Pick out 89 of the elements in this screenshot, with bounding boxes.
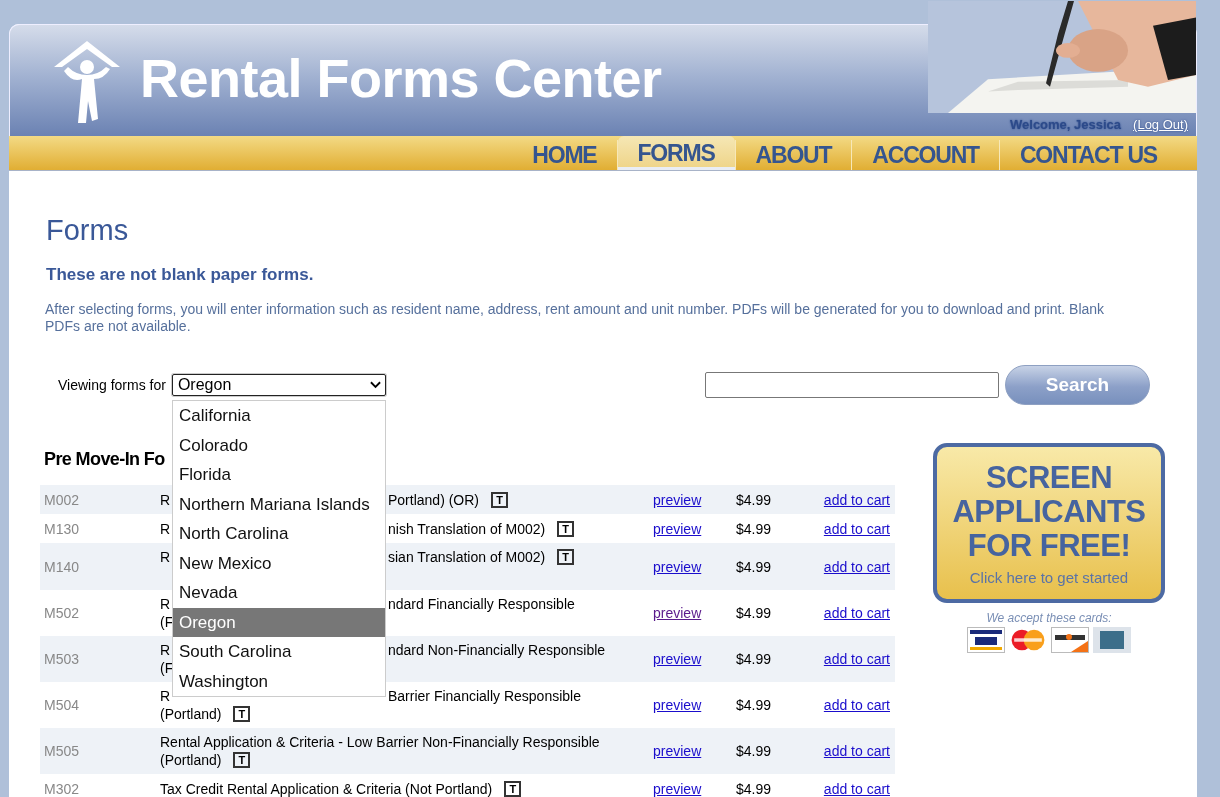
- form-title: R: [160, 490, 172, 509]
- translation-badge[interactable]: T: [491, 491, 509, 508]
- card-icon: [1051, 627, 1089, 653]
- form-title: (Portland): [160, 751, 222, 769]
- section-heading: Pre Move-In Fo: [44, 449, 166, 470]
- form-title: Rental Application & Criteria - Low Barrier Non-Financially Responsible: [160, 733, 600, 751]
- nav-tab[interactable]: ABOUT: [735, 136, 852, 170]
- add-to-cart-link[interactable]: add to cart: [823, 743, 895, 759]
- form-title: R: [160, 519, 172, 538]
- nav-tab[interactable]: CONTACT US: [999, 136, 1177, 170]
- form-code: M130: [43, 520, 81, 537]
- dropdown-option[interactable]: Oregon: [172, 607, 385, 637]
- intro-text: After selecting forms, you will enter information such as resident name, address, rent amount and unit number. PDFs will be generated for you to download and print. Blank PDFs are not available.: [45, 301, 1106, 335]
- translation-badge[interactable]: T: [557, 520, 575, 537]
- translation-badge[interactable]: T: [504, 780, 522, 797]
- dropdown-option[interactable]: New Mexico: [172, 548, 385, 578]
- add-to-cart-link[interactable]: add to cart: [823, 651, 895, 667]
- search-field[interactable]: [705, 372, 999, 398]
- form-title: ndard Financially Responsible: [388, 595, 575, 613]
- dropdown-option[interactable]: Colorado: [172, 430, 385, 460]
- form-title: Tax Credit Rental Application & Criteria (Not Portland): [160, 779, 493, 797]
- add-to-cart-link[interactable]: add to cart: [823, 491, 895, 508]
- page-title: Forms: [46, 214, 130, 247]
- add-to-cart-link[interactable]: add to cart: [823, 558, 895, 575]
- preview-link[interactable]: preview: [653, 605, 736, 621]
- card-icon: [967, 627, 1005, 653]
- form-code: M503: [43, 651, 81, 667]
- add-to-cart-link[interactable]: add to cart: [823, 520, 895, 537]
- nav-tab[interactable]: FORMS: [617, 136, 735, 170]
- price: $4.99: [736, 780, 773, 797]
- welcome-text: Welcome, Jessica: [1010, 117, 1122, 132]
- card-icon: [1093, 627, 1131, 653]
- dropdown-option[interactable]: Nevada: [172, 578, 385, 608]
- form-code: M302: [43, 780, 81, 797]
- nav-tab[interactable]: ACCOUNT: [852, 136, 999, 170]
- dropdown-option[interactable]: South Carolina: [172, 637, 385, 667]
- form-title: R: [160, 641, 172, 659]
- form-title: (Portland): [160, 705, 222, 723]
- preview-link[interactable]: preview: [653, 743, 736, 759]
- chevron-down-icon: [369, 381, 381, 389]
- site-title: Rental Forms Center: [140, 47, 662, 109]
- form-title: R: [160, 687, 172, 705]
- form-title: ndard Non-Financially Responsible: [388, 641, 606, 659]
- form-code: M502: [43, 605, 81, 621]
- add-to-cart-link[interactable]: add to cart: [823, 697, 895, 713]
- form-code: M504: [43, 697, 81, 713]
- dropdown-option[interactable]: North Carolina: [172, 519, 385, 549]
- translation-badge[interactable]: T: [233, 752, 251, 768]
- price: $4.99: [736, 558, 773, 575]
- form-title: Barrier Financially Responsible: [388, 687, 581, 705]
- promo-headline: SCREEN APPLICANTS FOR FREE!: [951, 460, 1147, 563]
- dropdown-option[interactable]: Northern Mariana Islands: [172, 489, 385, 519]
- logout-link[interactable]: (Log Out): [1133, 117, 1188, 132]
- price: $4.99: [736, 697, 773, 713]
- dropdown-option[interactable]: Florida: [172, 460, 385, 490]
- add-to-cart-link[interactable]: add to cart: [823, 605, 895, 621]
- preview-link[interactable]: preview: [653, 520, 736, 537]
- translation-badge[interactable]: T: [233, 706, 251, 722]
- price: $4.99: [736, 520, 773, 537]
- form-title: R: [160, 595, 172, 613]
- form-title: R: [160, 548, 172, 566]
- house-figure-icon: [52, 39, 122, 125]
- form-code: M505: [43, 743, 81, 759]
- dropdown-option[interactable]: Washington: [172, 666, 385, 696]
- preview-link[interactable]: preview: [653, 491, 736, 508]
- price: $4.99: [736, 605, 773, 621]
- form-title: sian Translation of M002): [388, 548, 546, 566]
- preview-link[interactable]: preview: [653, 651, 736, 667]
- price: $4.99: [736, 651, 773, 667]
- preview-link[interactable]: preview: [653, 558, 736, 575]
- cards-note: We accept these cards:: [986, 611, 1112, 625]
- form-code: M002: [43, 491, 81, 508]
- nav-tab[interactable]: HOME: [512, 136, 617, 170]
- form-code: M140: [43, 558, 81, 575]
- preview-link[interactable]: preview: [653, 697, 736, 713]
- form-title: nish Translation of M002): [388, 519, 546, 538]
- price: $4.99: [736, 491, 773, 508]
- price: $4.99: [736, 743, 773, 759]
- subtitle: These are not blank paper forms.: [46, 265, 315, 285]
- preview-link[interactable]: preview: [653, 780, 736, 797]
- state-dropdown[interactable]: Oregon: [171, 374, 386, 396]
- filter-label: Viewing forms for: [58, 377, 166, 393]
- promo-cta: Click here to get started: [969, 568, 1129, 586]
- promo-banner[interactable]: SCREEN APPLICANTS FOR FREE! Click here to get started: [933, 443, 1165, 603]
- dropdown-option[interactable]: California: [172, 401, 385, 431]
- form-title: Portland) (OR): [388, 490, 480, 509]
- card-icon: [1009, 627, 1047, 653]
- translation-badge[interactable]: T: [557, 549, 575, 565]
- add-to-cart-link[interactable]: add to cart: [823, 780, 895, 797]
